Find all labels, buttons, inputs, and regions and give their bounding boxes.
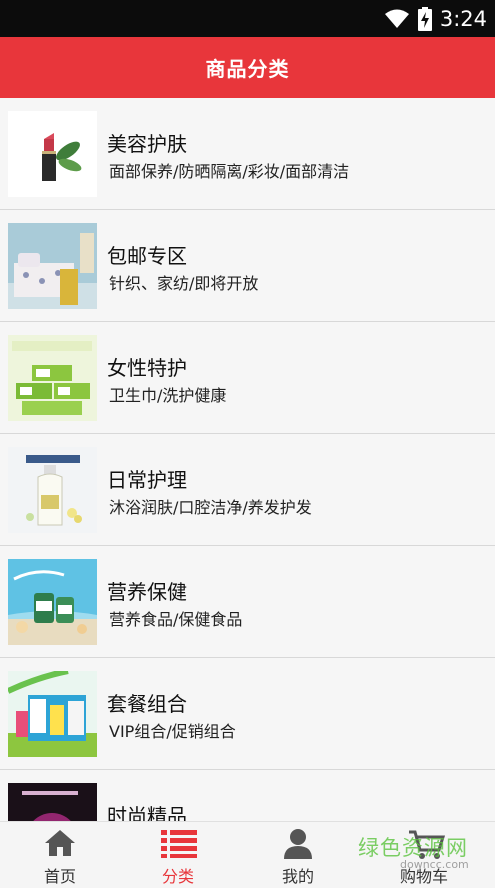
category-row-daily-care[interactable]: 日常护理 沐浴润肤/口腔洁净/养发护发 (0, 434, 495, 546)
category-row-free-shipping[interactable]: 包邮专区 针织、家纺/即将开放 (0, 210, 495, 322)
category-title: 包邮专区 (107, 244, 187, 268)
tab-label: 分类 (161, 867, 194, 886)
category-row-beauty[interactable]: 美容护肤 面部保养/防晒隔离/彩妆/面部清洁 (0, 98, 495, 210)
category-subtitle: VIP组合/促销组合 (109, 722, 236, 741)
sanitary-pad-image (8, 335, 97, 421)
home-icon (45, 830, 75, 856)
wifi-icon (384, 9, 409, 28)
user-icon (284, 829, 312, 859)
lipstick-image (8, 111, 97, 197)
tab-category[interactable]: 分类 (118, 822, 238, 888)
category-row-combo[interactable]: 套餐组合 VIP组合/促销组合 (0, 658, 495, 770)
fashion-image (8, 783, 97, 821)
tab-label: 我的 (281, 867, 314, 886)
page-title: 商品分类 (205, 57, 290, 81)
bedding-image (8, 223, 97, 309)
watermark-url: downcc.com (400, 858, 469, 871)
gift-set-image (8, 671, 97, 757)
status-time: 3:24 (439, 7, 487, 31)
category-title: 日常护理 (107, 468, 187, 492)
tab-home[interactable]: 首页 (0, 822, 120, 888)
category-title: 套餐组合 (107, 692, 187, 716)
list-icon (161, 830, 197, 858)
category-row-feminine-care[interactable]: 女性特护 卫生巾/洗护健康 (0, 322, 495, 434)
category-title: 营养保健 (107, 580, 187, 604)
status-icons: 3:24 (384, 6, 487, 32)
category-subtitle: 卫生巾/洗护健康 (109, 386, 227, 405)
category-subtitle: 沐浴润肤/口腔洁净/养发护发 (109, 498, 312, 517)
category-subtitle: 针织、家纺/即将开放 (109, 274, 259, 293)
app-header: 商品分类 (0, 37, 495, 98)
tab-label: 首页 (43, 867, 76, 886)
supplement-image (8, 559, 97, 645)
battery-charging-icon (417, 7, 432, 31)
category-title: 美容护肤 (107, 132, 187, 156)
category-title: 女性特护 (107, 356, 187, 380)
tab-mine[interactable]: 我的 (238, 822, 358, 888)
category-list[interactable]: 美容护肤 面部保养/防晒隔离/彩妆/面部清洁 包邮专区 针织、家纺/即将开放 女… (0, 98, 495, 821)
category-subtitle: 营养食品/保健食品 (109, 610, 243, 629)
body-lotion-image (8, 447, 97, 533)
category-row-nutrition[interactable]: 营养保健 营养食品/保健食品 (0, 546, 495, 658)
category-row-fashion[interactable]: 时尚精品 (0, 770, 495, 821)
category-subtitle: 面部保养/防晒隔离/彩妆/面部清洁 (109, 162, 350, 181)
category-title: 时尚精品 (107, 804, 187, 821)
status-bar: 3:24 (0, 0, 495, 37)
